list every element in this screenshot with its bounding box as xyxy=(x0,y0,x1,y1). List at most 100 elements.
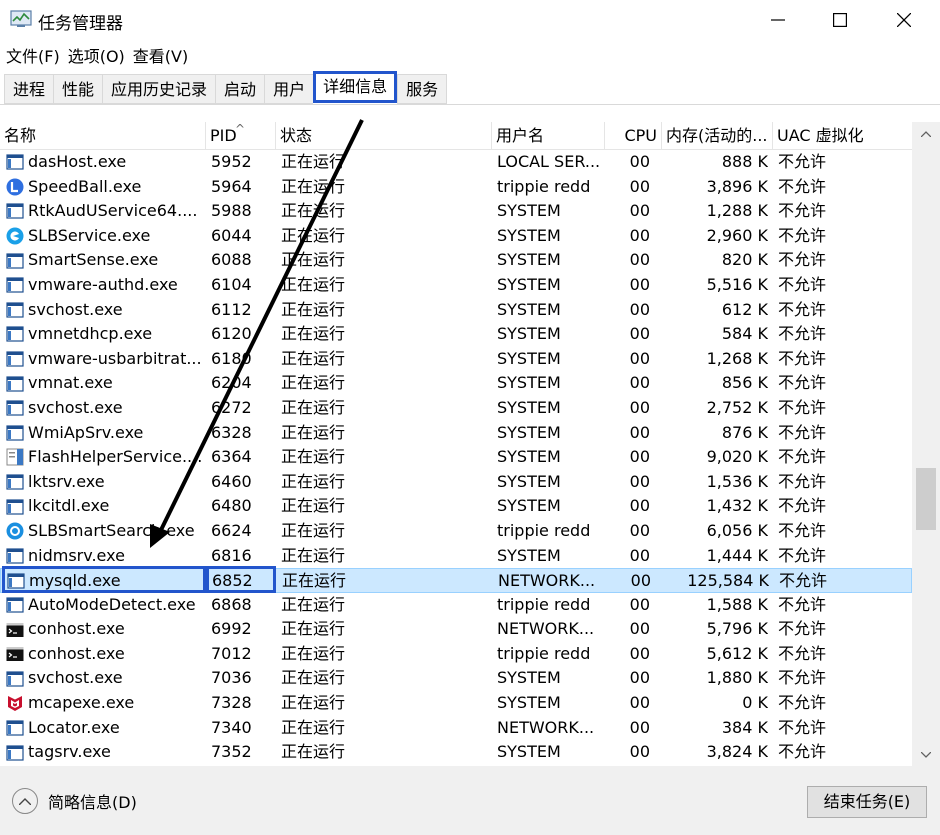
table-row[interactable]: svchost.exe 7036 正在运行 SYSTEM 00 1,880 K 不允许 xyxy=(0,666,912,691)
table-row[interactable]: WmiApSrv.exe 6328 正在运行 SYSTEM 00 876 K 不允许 xyxy=(0,421,912,446)
table-row[interactable]: conhost.exe 6992 正在运行 NETWORK... 00 5,796 K 不允… xyxy=(0,617,912,642)
tab-app-history[interactable]: 应用历史记录 xyxy=(102,74,216,104)
cpu-cell: 00 xyxy=(629,471,650,491)
tab-services[interactable]: 服务 xyxy=(397,74,448,104)
window-icon xyxy=(6,276,24,294)
tab-bar: 进程 性能 应用历史记录 启动 用户 详细信息 服务 xyxy=(4,71,448,104)
memory-cell: 1,536 K xyxy=(706,471,768,491)
memory-cell: 5,612 K xyxy=(706,643,768,663)
table-row[interactable]: SpeedBall.exe 5964 正在运行 trippie redd 00 3,896… xyxy=(0,175,912,200)
user-cell: trippie redd xyxy=(497,594,591,614)
column-memory[interactable]: 内存(活动的... xyxy=(662,122,773,150)
process-name: conhost.exe xyxy=(28,643,125,663)
memory-cell: 612 K xyxy=(721,299,768,319)
tab-details[interactable]: 详细信息 xyxy=(313,71,398,103)
uac-cell: 不允许 xyxy=(778,274,827,294)
memory-cell: 2,960 K xyxy=(706,225,768,245)
tab-startup[interactable]: 启动 xyxy=(215,74,265,104)
menu-options[interactable]: 选项(O) xyxy=(68,42,125,68)
memory-cell: 3,896 K xyxy=(706,176,768,196)
table-row[interactable]: nidmsrv.exe 6816 正在运行 SYSTEM 00 1,444 K 不允许 xyxy=(0,544,912,569)
process-name-cell: svchost.exe xyxy=(6,298,202,323)
pid-cell: 6204 xyxy=(211,373,252,393)
memory-cell: 1,288 K xyxy=(706,201,768,221)
memory-cell: 3,824 K xyxy=(706,742,768,762)
process-name-cell: tagsrv.exe xyxy=(6,740,202,765)
tab-users[interactable]: 用户 xyxy=(264,74,314,104)
menu-view[interactable]: 查看(V) xyxy=(133,42,188,68)
table-row[interactable]: Locator.exe 7340 正在运行 NETWORK... 00 384 K 不允许 xyxy=(0,716,912,741)
process-name-cell: svchost.exe xyxy=(6,396,202,421)
process-name: SmartSense.exe xyxy=(28,250,159,270)
table-row[interactable]: lktsrv.exe 6460 正在运行 SYSTEM 00 1,536 K 不允许 xyxy=(0,470,912,495)
table-row[interactable]: svchost.exe 6272 正在运行 SYSTEM 00 2,752 K 不允许 xyxy=(0,396,912,421)
tab-processes[interactable]: 进程 xyxy=(4,74,54,104)
process-name: svchost.exe xyxy=(28,397,123,417)
table-row[interactable]: FlashHelperService.... 6364 正在运行 SYSTEM 00 9,… xyxy=(0,445,912,470)
process-name-cell: AutoModeDetect.exe xyxy=(6,593,202,618)
process-name: vmnat.exe xyxy=(28,373,113,393)
memory-cell: 384 K xyxy=(721,717,768,737)
column-user[interactable]: 用户名 xyxy=(492,122,605,150)
process-name-cell: dasHost.exe xyxy=(6,150,202,175)
table-row[interactable]: mcapexe.exe 7328 正在运行 SYSTEM 00 0 K 不允许 xyxy=(0,691,912,716)
details-panel: 名称 PID ^ 状态 用户名 CPU 内存(活动的... UAC 虚拟化 da… xyxy=(0,104,940,767)
column-name[interactable]: 名称 xyxy=(0,122,206,150)
table-row[interactable]: SLBService.exe 6044 正在运行 SYSTEM 00 2,960 K 不允许 xyxy=(0,224,912,249)
memory-cell: 856 K xyxy=(721,373,768,393)
table-row[interactable]: AutoModeDetect.exe 6868 正在运行 trippie redd 00… xyxy=(0,593,912,618)
status-cell: 正在运行 xyxy=(281,152,346,171)
table-row[interactable]: dasHost.exe 5952 正在运行 LOCAL SER... 00 888 K 不允… xyxy=(0,150,912,175)
minimize-button[interactable] xyxy=(746,0,810,40)
status-cell: 正在运行 xyxy=(282,571,347,591)
column-cpu[interactable]: CPU xyxy=(605,122,662,150)
uac-cell: 不允许 xyxy=(778,496,827,516)
flash-icon xyxy=(6,448,24,466)
window-icon xyxy=(6,375,24,393)
maximize-button[interactable] xyxy=(808,0,872,40)
menu-bar: 文件(F) 选项(O) 查看(V) xyxy=(0,42,190,68)
close-icon xyxy=(897,13,911,27)
table-row[interactable]: conhost.exe 7012 正在运行 trippie redd 00 5,612 K… xyxy=(0,642,912,667)
menu-file[interactable]: 文件(F) xyxy=(6,42,60,68)
user-cell: SYSTEM xyxy=(497,201,561,221)
process-name-cell: SLBSmartSearch.exe xyxy=(6,519,202,544)
column-uac[interactable]: UAC 虚拟化 xyxy=(773,122,912,150)
window-icon xyxy=(6,153,24,171)
table-row[interactable]: SmartSense.exe 6088 正在运行 SYSTEM 00 820 K 不允许 xyxy=(0,248,912,273)
user-cell: SYSTEM xyxy=(497,397,561,417)
user-cell: NETWORK... xyxy=(497,717,595,737)
end-task-button[interactable]: 结束任务(E) xyxy=(807,786,927,818)
scroll-up-button[interactable] xyxy=(912,122,940,146)
pid-cell: 7328 xyxy=(211,693,252,713)
pid-cell: 7012 xyxy=(211,643,252,663)
user-cell: SYSTEM xyxy=(497,348,561,368)
table-row[interactable]: vmware-authd.exe 6104 正在运行 SYSTEM 00 5,516 K 不… xyxy=(0,273,912,298)
table-row[interactable]: svchost.exe 6112 正在运行 SYSTEM 00 612 K 不允许 xyxy=(0,298,912,323)
cpu-cell: 00 xyxy=(629,643,650,663)
user-cell: LOCAL SER... xyxy=(497,152,601,171)
table-row[interactable]: vmnetdhcp.exe 6120 正在运行 SYSTEM 00 584 K 不允许 xyxy=(0,322,912,347)
table-row[interactable]: RtkAudUService64.... 5988 正在运行 SYSTEM 00 1,28… xyxy=(0,199,912,224)
cpu-cell: 00 xyxy=(629,717,650,737)
close-button[interactable] xyxy=(872,0,936,40)
window-icon xyxy=(6,596,24,614)
table-row[interactable]: lkcitdl.exe 6480 正在运行 SYSTEM 00 1,432 K 不允许 xyxy=(0,494,912,519)
table-row[interactable]: SLBSmartSearch.exe 6624 正在运行 trippie redd 00… xyxy=(0,519,912,544)
scroll-down-button[interactable] xyxy=(912,743,940,767)
less-details-button[interactable]: 简略信息(D) xyxy=(12,788,137,814)
table-row[interactable]: tagsrv.exe 7352 正在运行 SYSTEM 00 3,824 K 不允许 xyxy=(0,740,912,765)
table-row[interactable]: vmware-usbarbitrat... 6180 正在运行 SYSTEM 00 1,2… xyxy=(0,347,912,372)
tab-performance[interactable]: 性能 xyxy=(53,74,103,104)
table-row[interactable]: vmnat.exe 6204 正在运行 SYSTEM 00 856 K 不允许 xyxy=(0,371,912,396)
cpu-cell: 00 xyxy=(629,250,650,270)
maximize-icon xyxy=(833,13,847,27)
vertical-scrollbar[interactable] xyxy=(912,122,940,767)
window-icon xyxy=(6,498,24,516)
uac-cell: 不允许 xyxy=(778,201,827,221)
column-status[interactable]: 状态 xyxy=(276,122,492,150)
scrollbar-thumb[interactable] xyxy=(916,468,936,530)
user-cell: NETWORK... xyxy=(497,619,595,639)
user-cell: SYSTEM xyxy=(497,422,561,442)
window-icon xyxy=(6,301,24,319)
